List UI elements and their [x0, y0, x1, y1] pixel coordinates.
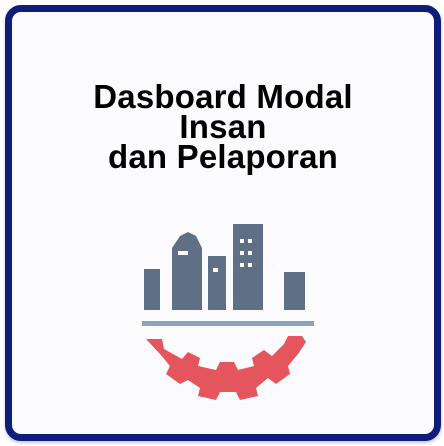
ground-line — [142, 321, 314, 326]
tile-title: Dasboard Modal Insan dan Pelaporan — [12, 80, 434, 175]
city-gear-icon — [142, 224, 314, 400]
buildings-icon — [144, 224, 305, 310]
gear-icon — [146, 336, 306, 400]
dashboard-tile[interactable]: Dasboard Modal Insan dan Pelaporan — [5, 5, 441, 441]
tile-title-line-3: dan Pelaporan — [108, 138, 338, 175]
